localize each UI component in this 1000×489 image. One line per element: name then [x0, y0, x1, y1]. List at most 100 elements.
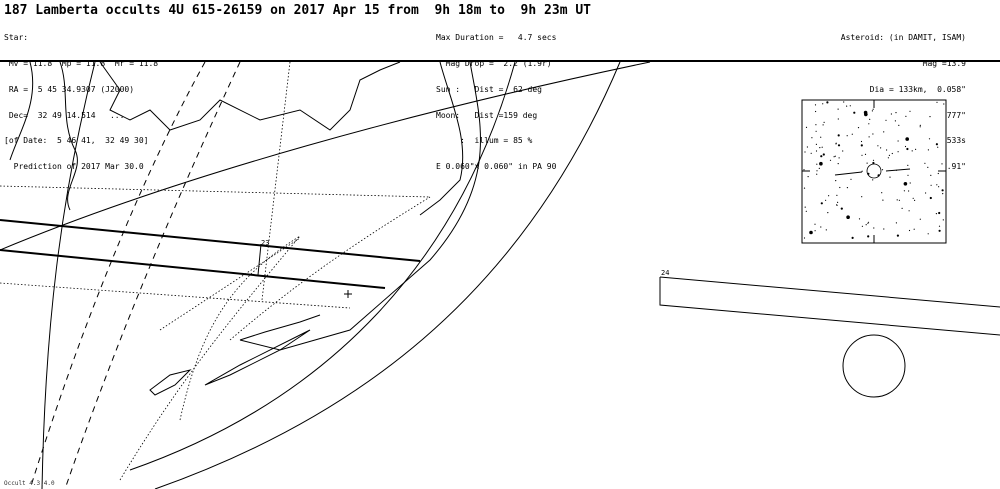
field-star — [937, 146, 939, 148]
software-footer: Occult 4.3.4.0 — [4, 480, 55, 487]
latitude-line — [0, 200, 410, 330]
field-star — [924, 162, 926, 164]
field-star — [936, 101, 938, 103]
field-star — [880, 147, 882, 149]
field-star — [822, 153, 825, 156]
field-star — [837, 144, 841, 147]
field-star — [866, 162, 868, 164]
field-star — [867, 221, 870, 223]
field-star — [815, 110, 817, 113]
field-star — [825, 229, 827, 231]
field-star — [901, 207, 903, 209]
field-star — [929, 116, 931, 118]
field-star — [839, 186, 841, 189]
field-star — [889, 176, 891, 178]
field-star — [890, 113, 893, 115]
field-star — [911, 150, 913, 152]
field-star — [820, 226, 822, 228]
field-star — [814, 230, 816, 232]
field-star — [806, 146, 809, 148]
asteroid-size-circle — [842, 334, 906, 398]
field-star — [842, 150, 844, 152]
field-star — [928, 138, 931, 140]
field-star — [895, 112, 897, 114]
field-star — [819, 147, 821, 149]
field-star — [891, 152, 893, 155]
field-star — [838, 157, 840, 159]
field-star — [872, 159, 875, 161]
field-star — [872, 133, 874, 135]
field-star — [837, 163, 839, 165]
field-star — [843, 101, 845, 103]
field-star — [846, 215, 850, 219]
field-star — [941, 163, 943, 165]
field-star — [913, 228, 915, 230]
field-star — [815, 124, 817, 126]
field-star — [804, 151, 806, 153]
field-star — [943, 103, 945, 105]
field-star — [897, 151, 899, 153]
field-star — [861, 170, 863, 172]
field-star — [894, 120, 897, 122]
field-star — [904, 145, 907, 148]
field-star — [815, 130, 817, 132]
field-star — [840, 207, 843, 210]
field-star — [828, 195, 830, 197]
field-star — [906, 147, 909, 151]
field-star — [872, 108, 874, 110]
earth-limb-inner — [129, 61, 516, 471]
field-star — [861, 196, 863, 198]
field-star — [816, 170, 818, 172]
field-star — [805, 210, 807, 212]
field-star — [938, 229, 941, 232]
field-star — [818, 167, 820, 169]
field-star — [868, 123, 870, 125]
field-star — [919, 218, 921, 220]
dashed-limit-lines — [29, 61, 241, 489]
field-star — [861, 225, 864, 227]
field-star — [919, 126, 921, 128]
time-tick-23 — [257, 243, 262, 276]
field-star — [857, 127, 860, 129]
meridian-line — [41, 61, 96, 489]
field-star — [885, 119, 887, 121]
occultation-map: 23 24 — [0, 61, 1000, 489]
field-star — [803, 169, 805, 171]
field-star — [873, 163, 875, 165]
field-star — [886, 149, 888, 151]
field-star — [805, 126, 808, 128]
field-star — [803, 187, 806, 189]
earth-limb-outer — [154, 61, 621, 489]
field-star — [819, 161, 823, 166]
field-star — [877, 145, 879, 147]
field-star — [927, 233, 929, 235]
field-star — [837, 118, 839, 120]
field-star — [826, 101, 829, 104]
field-star — [860, 144, 863, 147]
field-star — [883, 131, 885, 133]
field-star — [903, 190, 906, 192]
field-star — [846, 105, 848, 107]
field-star — [864, 153, 867, 155]
field-star — [860, 140, 863, 143]
field-star — [935, 213, 938, 215]
field-star — [803, 237, 806, 239]
field-star — [837, 108, 839, 110]
field-star — [846, 135, 848, 137]
field-star — [907, 164, 909, 166]
field-star — [905, 115, 907, 117]
latitude-line — [0, 61, 651, 251]
field-star — [834, 155, 836, 157]
field-star — [898, 199, 901, 201]
field-star — [872, 179, 874, 181]
field-star — [905, 137, 909, 141]
field-star — [897, 140, 899, 142]
field-star — [915, 148, 917, 150]
field-star — [941, 189, 944, 192]
field-star — [851, 236, 854, 239]
field-star — [836, 204, 838, 206]
field-star — [825, 199, 827, 201]
field-star — [814, 104, 817, 106]
star-field-chart — [801, 99, 947, 244]
field-star — [909, 110, 911, 112]
